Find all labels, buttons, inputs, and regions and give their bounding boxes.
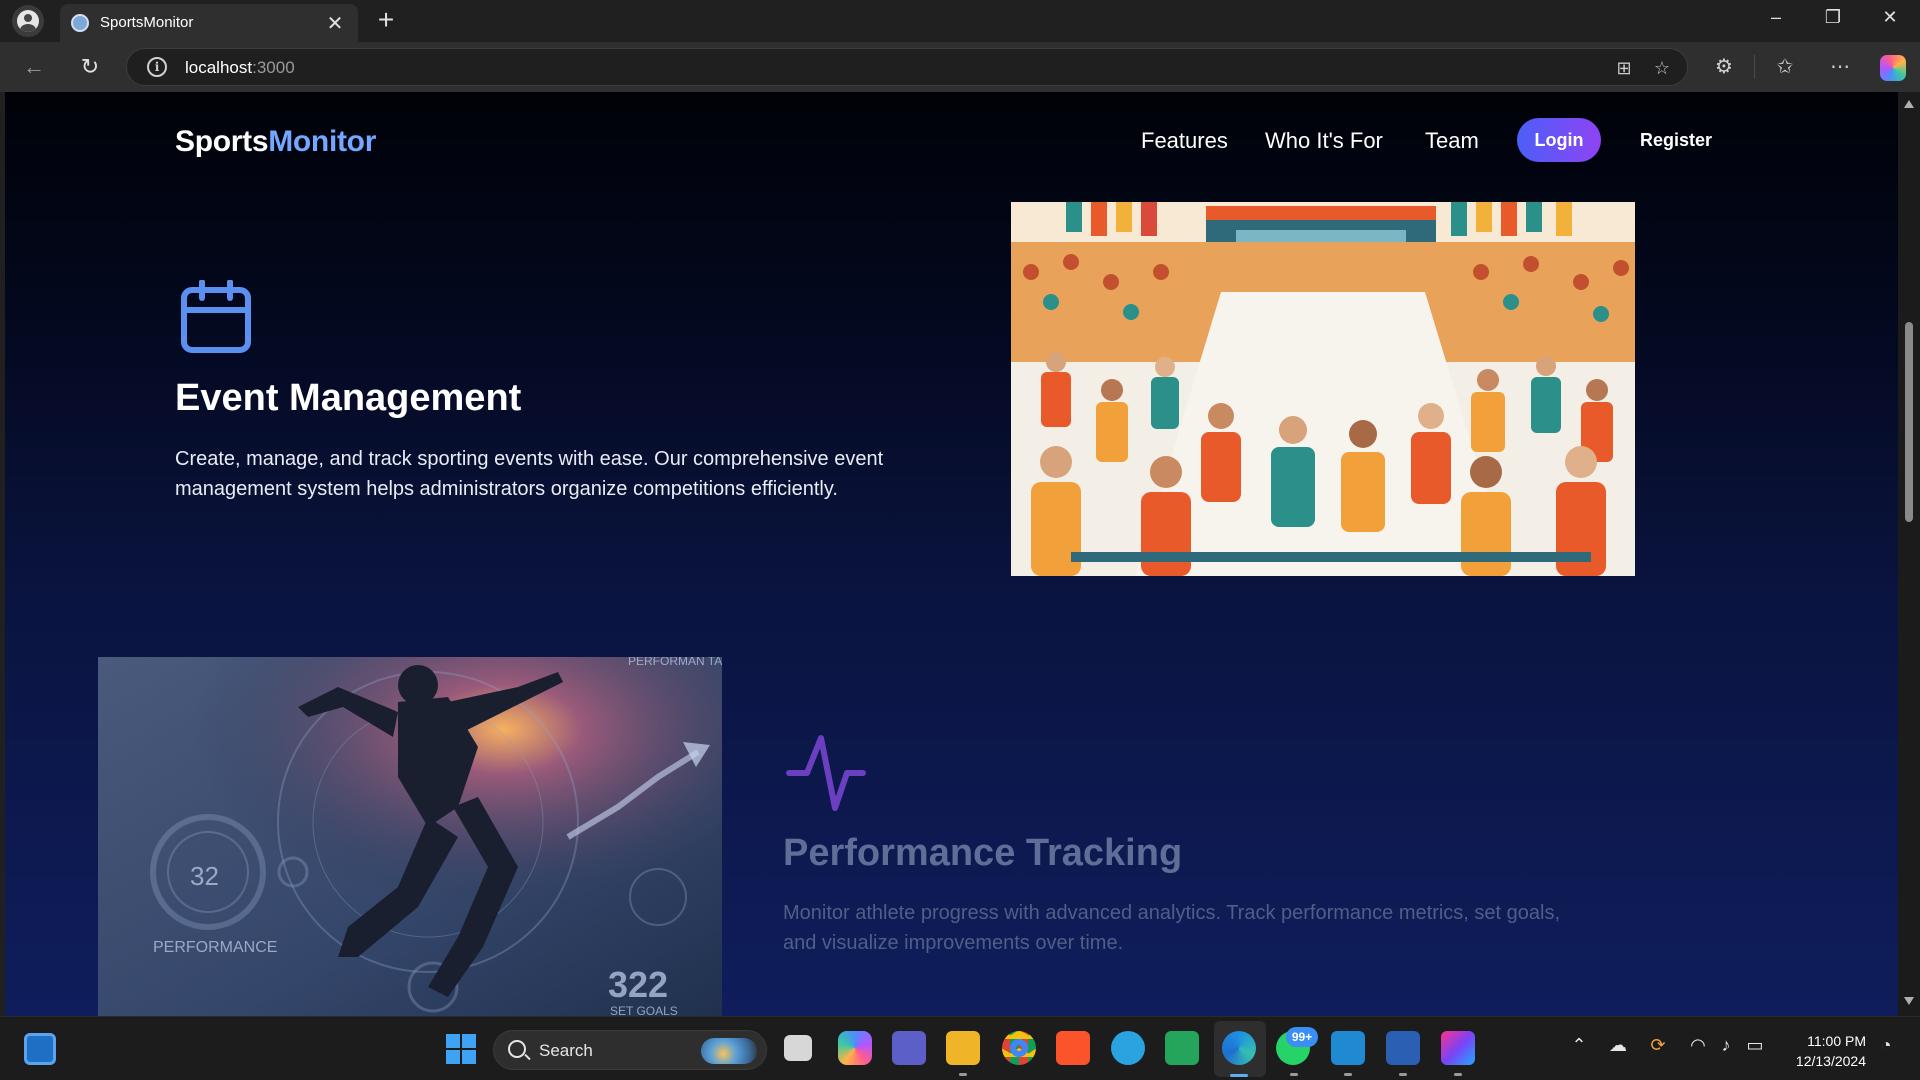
performance-tracking-description: Monitor athlete progress with advanced a… (783, 902, 1561, 954)
register-link[interactable]: Register (1640, 130, 1712, 151)
browser-tab-bar: SportsMonitor ✕ + – ❐ ✕ (0, 0, 1920, 42)
nav-who-its-for[interactable]: Who It's For (1265, 128, 1383, 154)
tab-close-icon[interactable]: ✕ (324, 11, 346, 36)
calendar-icon (181, 280, 251, 353)
scroll-down-icon[interactable] (1904, 997, 1914, 1005)
page-viewport: SportsMonitor Features Who It's For Team… (5, 92, 1898, 1016)
favorites-icon[interactable]: ✩ (1772, 54, 1798, 80)
edge-active-indicator (1230, 1074, 1248, 1077)
show-hidden-icons-chevron-icon[interactable]: ⌃ (1567, 1035, 1591, 1056)
vscode-running-indicator (1344, 1073, 1352, 1076)
widgets-icon[interactable] (24, 1033, 56, 1065)
back-icon[interactable]: ← (18, 51, 50, 83)
page-scrollbar[interactable] (1898, 92, 1920, 1016)
clock-date: 12/13/2024 (1795, 1053, 1866, 1069)
task-view-icon[interactable] (784, 1035, 812, 1061)
favorite-star-icon[interactable]: ☆ (1651, 57, 1673, 79)
performance-athlete-image: 32 PERFORMANCE 322 SET GOALS PERFORMAN T… (98, 657, 722, 1016)
performance-athlete-illustration: 32 PERFORMANCE 322 SET GOALS PERFORMAN T… (98, 657, 722, 1016)
copilot-icon[interactable] (1880, 55, 1906, 81)
notifications-icon[interactable]: ◔ (1874, 1035, 1898, 1056)
perf-gauge-label: PERFORMANCE (153, 939, 277, 956)
logo-text-monitor: Monitor (268, 125, 377, 158)
info-icon[interactable]: i (147, 57, 167, 77)
login-button[interactable]: Login (1517, 118, 1601, 162)
search-icon (508, 1040, 526, 1058)
reload-icon[interactable]: ↻ (74, 51, 106, 83)
brave-icon[interactable] (1056, 1031, 1090, 1065)
sync-icon[interactable]: ⟳ (1646, 1035, 1670, 1056)
perf-top-text: PERFORMAN TANTALTINCS (628, 657, 722, 668)
url-text[interactable]: localhost:3000 (185, 58, 295, 78)
windows-taskbar: Search 99+ ⌃ ☁ ⟳ ◠ ♪ ▭ 11:00 PM 12/13/20… (0, 1016, 1920, 1080)
new-tab-button[interactable]: + (370, 4, 402, 36)
battery-icon[interactable]: ▭ (1743, 1035, 1767, 1056)
volume-icon[interactable]: ♪ (1714, 1035, 1738, 1056)
performance-tracking-title: Performance Tracking (783, 832, 1183, 874)
url-host: localhost (185, 58, 253, 77)
browser-tab[interactable]: SportsMonitor ✕ (60, 4, 358, 42)
scrollbar-thumb[interactable] (1905, 322, 1913, 522)
event-management-title: Event Management (175, 377, 522, 419)
edge-icon[interactable] (1222, 1031, 1256, 1065)
whatsapp-running-indicator (1290, 1073, 1298, 1076)
perf-gauge-value: 32 (190, 861, 219, 891)
meet-icon[interactable] (1165, 1031, 1199, 1065)
taskbar-search[interactable]: Search (493, 1030, 767, 1070)
perf-small-label: SET GOALS (610, 1004, 678, 1016)
teams-icon[interactable] (892, 1031, 926, 1065)
clock-time: 11:00 PM (1807, 1033, 1866, 1049)
vscode-icon[interactable] (1331, 1031, 1365, 1065)
scroll-up-icon[interactable] (1904, 100, 1914, 108)
url-port: :3000 (252, 58, 295, 77)
tab-title: SportsMonitor (100, 14, 194, 31)
split-screen-icon[interactable]: ⊞ (1613, 57, 1635, 79)
address-bar[interactable]: i localhost:3000 ⊞ ☆ (126, 48, 1688, 86)
wifi-icon[interactable]: ◠ (1686, 1035, 1710, 1056)
copilot-taskbar-icon[interactable] (838, 1031, 872, 1065)
profile-icon (17, 10, 39, 32)
onedrive-icon[interactable]: ☁ (1606, 1035, 1630, 1056)
minimize-button[interactable]: – (1756, 7, 1796, 28)
more-icon[interactable]: ⋯ (1827, 54, 1853, 80)
taskbar-search-label: Search (539, 1041, 593, 1060)
profile-avatar[interactable] (12, 5, 44, 37)
nav-features[interactable]: Features (1141, 128, 1228, 154)
close-window-button[interactable]: ✕ (1870, 7, 1910, 28)
windows-start-icon[interactable] (445, 1033, 477, 1065)
word-running-indicator (1399, 1073, 1407, 1076)
intellij-running-indicator (1454, 1073, 1462, 1076)
word-icon[interactable] (1386, 1031, 1420, 1065)
event-crowd-illustration (1011, 202, 1635, 576)
event-crowd-image (1011, 202, 1635, 576)
site-logo[interactable]: SportsMonitor (175, 125, 376, 159)
activity-icon (786, 735, 866, 811)
event-management-description: Create, manage, and track sporting event… (175, 448, 884, 500)
toolbar-divider (1754, 55, 1755, 79)
logo-text-sports: Sports (175, 125, 269, 158)
telegram-icon[interactable] (1111, 1031, 1145, 1065)
tab-favicon-icon (71, 14, 89, 32)
file-explorer-icon[interactable] (946, 1031, 980, 1065)
address-bar-row: ← ↻ i localhost:3000 ⊞ ☆ ⚙ ✩ ⋯ (0, 42, 1920, 92)
nav-team[interactable]: Team (1425, 128, 1479, 154)
system-clock[interactable]: 11:00 PM 12/13/2024 (1778, 1031, 1866, 1071)
extensions-icon[interactable]: ⚙ (1711, 54, 1737, 80)
perf-big-number: 322 (608, 964, 668, 1005)
file-explorer-running-indicator (959, 1073, 967, 1076)
restore-button[interactable]: ❐ (1813, 7, 1853, 28)
whatsapp-badge: 99+ (1286, 1027, 1318, 1047)
intellij-icon[interactable] (1441, 1031, 1475, 1065)
chrome-icon[interactable] (1002, 1031, 1036, 1065)
search-highlight-icon (701, 1038, 757, 1064)
